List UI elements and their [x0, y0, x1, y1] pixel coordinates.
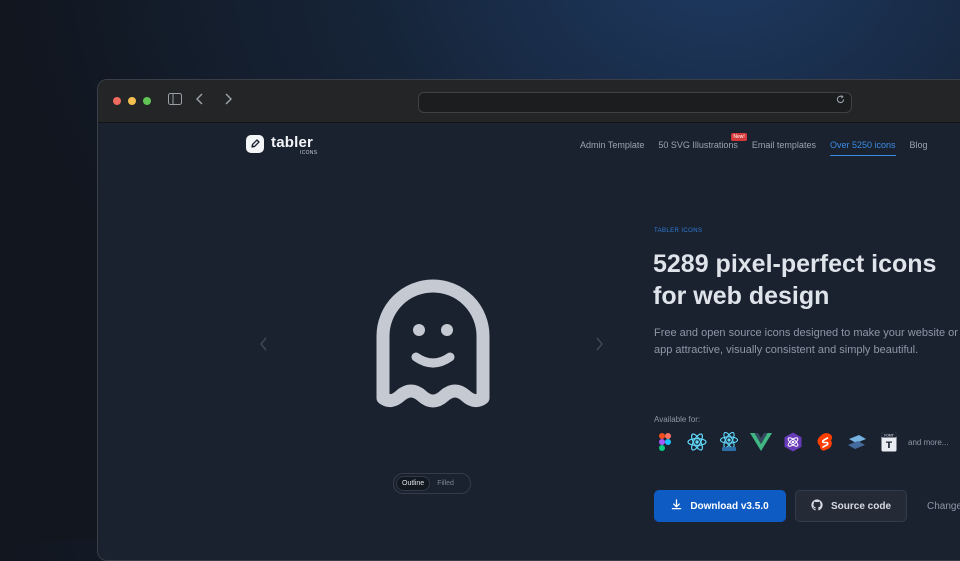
preact-icon[interactable] [782, 431, 804, 453]
tabler-logo[interactable]: tabler ICONS [246, 134, 317, 157]
download-label: Download v3.5.0 [690, 500, 769, 512]
more-frameworks-link[interactable]: and more... [908, 438, 948, 447]
style-toggle[interactable]: Outline Filled [393, 473, 471, 494]
close-window-button[interactable] [113, 97, 121, 105]
download-icon [671, 499, 682, 513]
top-nav: Admin Template 50 SVG Illustrations New!… [580, 133, 928, 156]
headline-line-2: for web design [653, 282, 830, 310]
hero-description: Free and open source icons designed to m… [654, 327, 958, 356]
logo-wordmark: tabler ICONS [271, 134, 317, 157]
toggle-filled[interactable]: Filled [432, 477, 459, 490]
vue-icon[interactable] [750, 431, 772, 453]
toggle-outline[interactable]: Outline [396, 476, 431, 491]
zoom-window-button[interactable] [143, 97, 151, 105]
tabler-page: tabler ICONS Admin Template 50 SVG Illus… [98, 123, 960, 560]
logo-subtitle: ICONS [300, 150, 318, 156]
nav-email-templates[interactable]: Email templates [752, 140, 816, 151]
new-badge: New! [731, 133, 747, 141]
figma-icon[interactable] [654, 431, 676, 453]
headline-line-1: 5289 pixel-perfect icons [653, 250, 937, 278]
browser-window: tabler ICONS Admin Template 50 SVG Illus… [97, 79, 960, 561]
solidjs-icon[interactable] [846, 431, 868, 453]
svelte-icon[interactable] [814, 431, 836, 453]
available-label: Available for: [654, 415, 701, 424]
sidebar-icon[interactable] [168, 93, 182, 107]
nav-blog[interactable]: Blog [910, 140, 928, 151]
download-button[interactable]: Download v3.5.0 [654, 490, 786, 522]
nav-icons[interactable]: Over 5250 icons [829, 140, 896, 156]
github-icon [811, 498, 823, 514]
tabler-logo-icon [246, 135, 264, 153]
carousel-prev-icon[interactable] [260, 337, 267, 354]
nav-svg-illustrations[interactable]: 50 SVG Illustrations New! [658, 133, 747, 151]
hero-eyebrow: TABLER ICONS [654, 228, 703, 234]
nav-svg-illustrations-label: 50 SVG Illustrations [658, 140, 738, 150]
nav-admin-template[interactable]: Admin Template [580, 140, 644, 151]
chevron-right-icon[interactable] [224, 93, 233, 107]
chevron-left-icon[interactable] [195, 93, 204, 107]
ghost-icon [371, 278, 495, 421]
react-native-icon[interactable] [718, 431, 740, 453]
carousel-next-icon[interactable] [596, 337, 603, 354]
svg-text:T: T [886, 441, 893, 451]
source-code-button[interactable]: Source code [795, 490, 907, 522]
hero-headline: 5289 pixel-perfect icons for web design [653, 248, 960, 312]
font-icon[interactable]: FONT T [878, 431, 900, 453]
changelog-link[interactable]: Change [927, 501, 960, 512]
minimize-window-button[interactable] [128, 97, 136, 105]
reload-icon[interactable] [836, 95, 845, 107]
svg-text:FONT: FONT [884, 434, 894, 438]
logo-name: tabler [271, 134, 314, 151]
source-code-label: Source code [830, 500, 892, 512]
browser-toolbar [98, 80, 960, 123]
address-bar[interactable] [418, 92, 852, 113]
react-icon[interactable] [686, 431, 708, 453]
